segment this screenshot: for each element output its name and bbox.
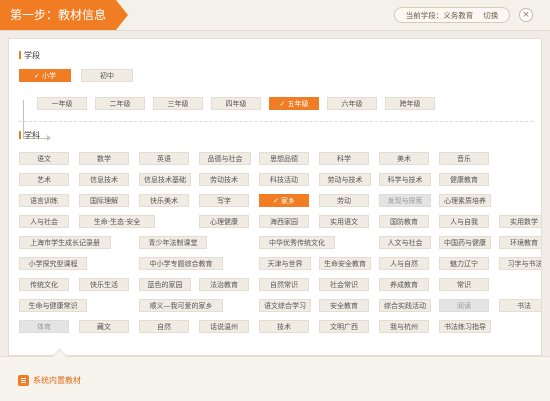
subject-option-chip[interactable]: 上海市学生成长记录册 xyxy=(19,236,111,249)
grade-option-chip[interactable]: 跨年级 xyxy=(385,97,435,110)
step-tab: 第一步：教材信息 xyxy=(0,0,128,30)
subject-option-chip[interactable]: 思想品德 xyxy=(259,152,309,165)
stage-section-title: 学段 xyxy=(19,50,40,61)
subject-option-chip[interactable]: 体育 xyxy=(19,320,69,333)
subject-option-chip[interactable]: 语文 xyxy=(19,152,69,165)
subject-option-chip[interactable]: 人与社会 xyxy=(19,215,69,228)
grade-option-chip[interactable]: 三年级 xyxy=(153,97,203,110)
subject-option-chip[interactable]: 心理素质培养 xyxy=(439,194,491,207)
subject-option-chip[interactable]: 综合实践活动 xyxy=(379,299,431,312)
subject-option-chip[interactable]: 生命·生态·安全 xyxy=(79,215,155,228)
subject-option-chip[interactable]: 自然 xyxy=(139,320,189,333)
subject-option-chip[interactable]: 文明广西 xyxy=(319,320,369,333)
grade-option-chip[interactable]: 五年级 xyxy=(269,97,319,110)
subject-option-chip[interactable]: 环境教育 xyxy=(499,236,541,249)
section-divider xyxy=(19,121,533,122)
subject-option-chip[interactable]: 书法练习指导 xyxy=(439,320,491,333)
subject-option-chip[interactable]: 天津与世界 xyxy=(259,257,311,270)
subject-option-chip[interactable]: 我与杭州 xyxy=(379,320,429,333)
book-icon xyxy=(18,375,29,386)
subject-option-chip[interactable]: 养成教育 xyxy=(379,278,429,291)
subject-option-chip[interactable]: 科学 xyxy=(319,152,369,165)
textbook-info-panel: 学段 小学初中 一年级二年级三年级四年级五年级六年级跨年级 学科 语文数学英语品… xyxy=(8,38,542,356)
current-stage-box: 当前学段：义务教育 切换 xyxy=(394,7,510,23)
subject-option-chip[interactable]: 健康教育 xyxy=(439,173,489,186)
current-stage-label: 当前学段：义务教育 xyxy=(405,10,474,20)
builtin-textbook-link[interactable]: 系统内置教材 xyxy=(33,375,81,386)
step-title: 第一步：教材信息 xyxy=(10,8,107,22)
subject-option-chip[interactable]: 艺术 xyxy=(19,173,69,186)
subject-option-chip[interactable]: 习字与书法 xyxy=(499,257,541,270)
subject-option-chip[interactable]: 国防教育 xyxy=(379,215,429,228)
subject-option-chip[interactable]: 阅读 xyxy=(439,299,489,312)
subject-section-title: 学科 xyxy=(19,130,40,141)
subject-option-chip[interactable]: 自然常识 xyxy=(259,278,309,291)
header-bar: 第一步：教材信息 当前学段：义务教育 切换 × xyxy=(0,0,550,31)
subject-option-chip[interactable]: 语言训练 xyxy=(19,194,69,207)
subject-option-chip[interactable]: 写字 xyxy=(199,194,249,207)
subject-option-chip[interactable]: 书法 xyxy=(499,299,541,312)
subject-option-chip[interactable]: 海西家园 xyxy=(259,215,309,228)
subject-option-chip[interactable]: 快乐美术 xyxy=(139,194,189,207)
close-button[interactable]: × xyxy=(519,8,533,22)
subject-option-chip[interactable]: 实用数学 xyxy=(499,215,541,228)
subject-option-chip[interactable]: 人与自我 xyxy=(439,215,489,228)
subject-option-chip[interactable]: 数学 xyxy=(79,152,129,165)
subject-option-chip[interactable]: 科学与技术 xyxy=(379,173,431,186)
subject-option-chip[interactable]: 劳动 xyxy=(319,194,369,207)
subject-option-chip[interactable]: 青少年法制课堂 xyxy=(139,236,207,249)
subject-option-chip[interactable]: 传统文化 xyxy=(19,278,69,291)
subject-option-chip[interactable]: 家乡 xyxy=(259,194,309,207)
subject-option-chip[interactable]: 信息技术基础 xyxy=(139,173,191,186)
stage-option-chip[interactable]: 小学 xyxy=(19,69,71,82)
subject-option-chip[interactable]: 国际理解 xyxy=(79,194,129,207)
subject-option-chip[interactable]: 人与自然 xyxy=(379,257,429,270)
subject-option-chip[interactable]: 藏文 xyxy=(79,320,129,333)
subject-option-chip[interactable]: 美术 xyxy=(379,152,429,165)
subject-option-chip[interactable]: 劳动与技术 xyxy=(319,173,371,186)
subject-option-chip[interactable]: 人文与社会 xyxy=(379,236,431,249)
subject-option-chip[interactable]: 中国药与健康 xyxy=(439,236,491,249)
stage-option-chip[interactable]: 初中 xyxy=(81,69,133,82)
subject-option-chip[interactable]: 英语 xyxy=(139,152,189,165)
subject-option-chip[interactable]: 快乐生活 xyxy=(79,278,129,291)
subject-option-chip[interactable]: 顺义—我可爱的家乡 xyxy=(139,299,223,312)
subject-option-chip[interactable]: 信息技术 xyxy=(79,173,129,186)
subject-option-chip[interactable]: 品德与社会 xyxy=(199,152,251,165)
subject-option-chip[interactable]: 生命安全教育 xyxy=(319,257,371,270)
subject-option-chip[interactable]: 魅力辽宁 xyxy=(439,257,489,270)
grade-option-chip[interactable]: 一年级 xyxy=(37,97,87,110)
subject-option-chip[interactable]: 法治教育 xyxy=(199,278,249,291)
subject-option-chip[interactable]: 技术 xyxy=(259,320,309,333)
subject-option-chip[interactable]: 社会常识 xyxy=(319,278,369,291)
grade-option-chip[interactable]: 二年级 xyxy=(95,97,145,110)
subject-option-chip[interactable]: 发现与探索 xyxy=(379,194,431,207)
subject-option-chip[interactable]: 小学探究型课程 xyxy=(19,257,87,270)
subject-option-chip[interactable]: 中小学专题综合教育 xyxy=(139,257,223,270)
subject-option-chip[interactable]: 话说温州 xyxy=(199,320,249,333)
footer-bar: 系统内置教材 xyxy=(0,348,550,401)
subject-option-chip[interactable]: 安全教育 xyxy=(319,299,369,312)
tree-arrow-icon xyxy=(47,135,51,141)
grade-option-chip[interactable]: 四年级 xyxy=(211,97,261,110)
subject-option-chip[interactable]: 语文综合学习 xyxy=(259,299,311,312)
subject-option-chip[interactable]: 劳动技术 xyxy=(199,173,249,186)
subject-option-chip[interactable]: 生命与健康常识 xyxy=(19,299,87,312)
subject-option-chip[interactable]: 常识 xyxy=(439,278,489,291)
subject-option-chip[interactable]: 实用语文 xyxy=(319,215,369,228)
subject-option-chip[interactable]: 蓝色的家园 xyxy=(139,278,191,291)
subject-option-chip[interactable]: 科技活动 xyxy=(259,173,309,186)
subject-option-chip[interactable]: 中华优秀传统文化 xyxy=(259,236,335,249)
switch-stage-link[interactable]: 切换 xyxy=(483,10,498,21)
subject-option-chip[interactable]: 音乐 xyxy=(439,152,489,165)
grade-option-chip[interactable]: 六年级 xyxy=(327,97,377,110)
subject-option-chip[interactable]: 心理健康 xyxy=(199,215,249,228)
